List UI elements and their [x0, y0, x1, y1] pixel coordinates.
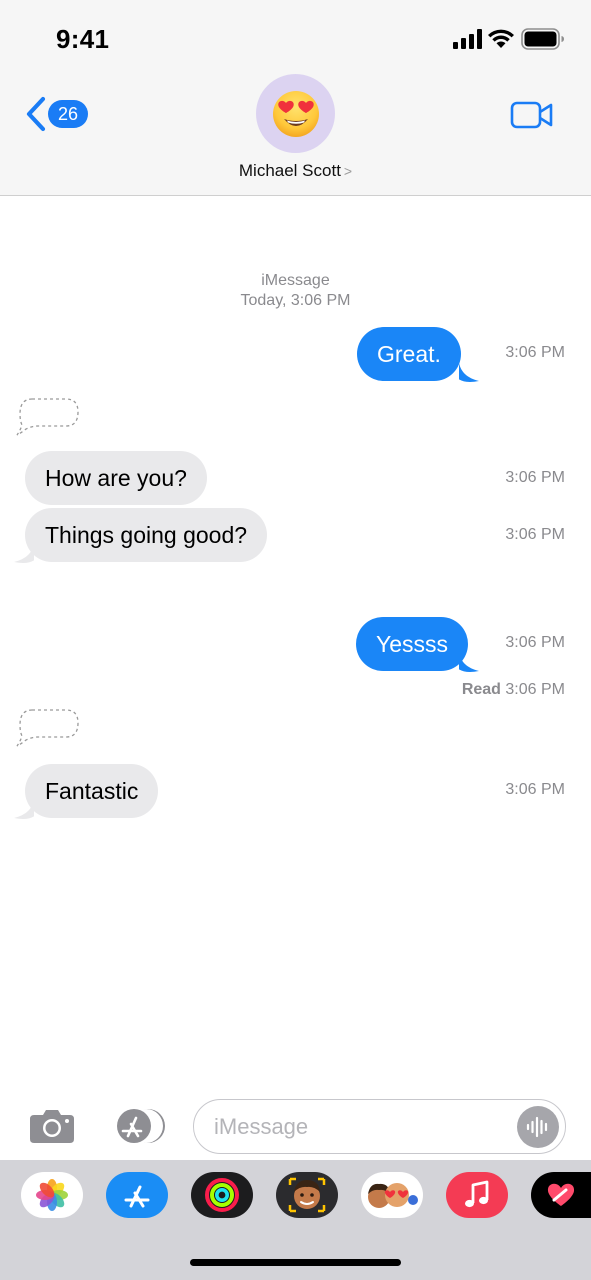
- message-text: Great.: [377, 340, 441, 367]
- unread-count-badge: 26: [48, 100, 89, 128]
- message-input-container[interactable]: [193, 1099, 566, 1154]
- memoji-stickers-icon: [368, 1183, 418, 1208]
- read-time: 3:06 PM: [505, 681, 565, 698]
- bubble-tail: [14, 544, 34, 563]
- music-app-icon[interactable]: [446, 1172, 508, 1218]
- app-store-button-icon[interactable]: [108, 1107, 168, 1145]
- digital-touch-heart-icon: [547, 1183, 575, 1206]
- message-text: Fantastic: [45, 777, 139, 804]
- received-message-bubble[interactable]: Things going good?: [25, 508, 268, 562]
- received-message-bubble[interactable]: Fantastic: [25, 764, 159, 818]
- read-receipt: Read 3:06 PM: [462, 681, 565, 699]
- music-note-icon: [465, 1180, 489, 1208]
- chevron-left-icon: [26, 96, 46, 132]
- photos-app-icon[interactable]: [21, 1172, 83, 1218]
- thread-date: Today, 3:06 PM: [240, 292, 351, 309]
- app-store-a-icon: [124, 1185, 150, 1208]
- message-text: How are you?: [45, 464, 187, 491]
- chevron-right-icon: >: [343, 163, 353, 179]
- sent-message-bubble[interactable]: Yessss: [356, 617, 469, 671]
- message-time: 3:06 PM: [505, 526, 565, 543]
- received-message-bubble[interactable]: How are you?: [25, 451, 207, 505]
- message-text: Yessss: [376, 630, 449, 657]
- contact-name[interactable]: Michael Scott >: [0, 161, 591, 181]
- waveform-icon: [526, 1116, 548, 1138]
- activity-rings-icon: [205, 1178, 239, 1212]
- app-store-app-icon[interactable]: [106, 1172, 168, 1218]
- sent-message-bubble[interactable]: Great.: [357, 327, 461, 381]
- memoji-app-icon[interactable]: [276, 1172, 338, 1218]
- typing-placeholder-bubble: [16, 709, 79, 747]
- thread-timestamp: iMessage Today, 3:06 PM: [0, 271, 591, 311]
- video-call-icon[interactable]: [510, 100, 554, 130]
- memoji-stickers-app-icon[interactable]: [361, 1172, 423, 1218]
- message-time: 3:06 PM: [505, 344, 565, 361]
- contact-name-label: Michael Scott: [238, 161, 341, 180]
- message-text: Things going good?: [45, 521, 248, 548]
- battery-icon: [521, 28, 564, 50]
- message-time: 3:06 PM: [505, 634, 565, 651]
- camera-icon[interactable]: [28, 1107, 76, 1145]
- status-time: 9:41: [56, 24, 110, 54]
- service-label: iMessage: [261, 272, 330, 289]
- read-label: Read: [461, 681, 501, 698]
- message-time: 3:06 PM: [505, 781, 565, 798]
- cellular-signal-icon: [453, 29, 482, 49]
- message-input[interactable]: [214, 1113, 504, 1141]
- conversation-header: 26 Michael Scott >: [0, 74, 591, 196]
- heart-eyes-emoji-icon: [272, 90, 319, 137]
- bubble-tail: [459, 653, 479, 672]
- wifi-icon: [488, 29, 514, 48]
- activity-app-icon[interactable]: [191, 1172, 253, 1218]
- digital-touch-app-icon[interactable]: [531, 1172, 591, 1218]
- bubble-tail: [459, 363, 479, 382]
- audio-message-button[interactable]: [517, 1106, 559, 1148]
- contact-avatar[interactable]: [256, 74, 335, 153]
- message-time: 3:06 PM: [505, 469, 565, 486]
- bubble-tail: [14, 800, 34, 819]
- memoji-face-icon: [288, 1177, 326, 1213]
- status-bar: 9:41: [0, 0, 591, 80]
- home-indicator[interactable]: [190, 1259, 401, 1266]
- photos-flower-icon: [36, 1179, 68, 1211]
- typing-placeholder-bubble: [16, 398, 79, 436]
- back-button[interactable]: 26: [24, 96, 94, 132]
